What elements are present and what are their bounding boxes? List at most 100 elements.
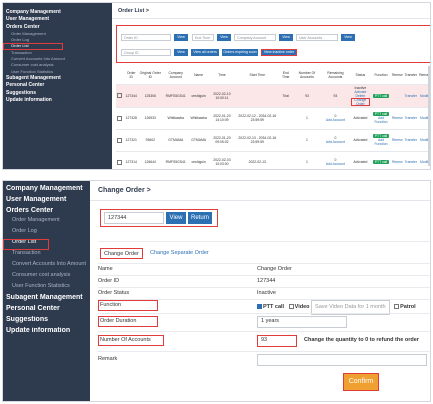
inactive-orders-button[interactable]: View inactive order [261, 49, 297, 56]
col-company-account: Company Account [162, 66, 190, 85]
nav-company-management[interactable]: Company Management [3, 9, 112, 16]
company-account-input[interactable]: Company Account [234, 34, 276, 41]
col-function: Function [371, 66, 391, 85]
orders-table: Order ID Original Order ID Company Accou… [116, 66, 430, 169]
remark-label: Remark [98, 356, 118, 362]
confirm-button[interactable]: Confirm [343, 373, 379, 391]
nav-subagent-management[interactable]: Subagent Management [3, 294, 90, 305]
row-checkbox[interactable] [117, 137, 122, 143]
col-original-order-id: Original Order ID [138, 66, 163, 85]
order-list-window: Company Management User Management Order… [2, 2, 431, 170]
table-header-row: Order ID Original Order ID Company Accou… [116, 66, 430, 85]
nav-suggestions[interactable]: Suggestions [3, 316, 90, 327]
table-row[interactable]: 127328 126933 Whitkawka Whitkawka 2022-0… [116, 107, 430, 130]
expiring-orders-button[interactable]: Orders expiring soon [222, 49, 258, 56]
view-button[interactable]: View [174, 34, 188, 41]
return-button[interactable]: Return [188, 212, 212, 224]
transfer-link[interactable]: Transfer [403, 129, 419, 152]
patrol-checkbox[interactable] [394, 304, 400, 310]
nav-user-function-stats[interactable]: User Function Statistics [3, 283, 90, 294]
renew-link[interactable]: Renew [390, 151, 404, 169]
add-function-link[interactable]: Add Function [372, 138, 390, 146]
ptt-checkbox[interactable] [257, 304, 262, 310]
order-id-value: 127344 [257, 278, 276, 284]
view-button-3[interactable]: View [279, 34, 293, 41]
video-checkbox[interactable] [288, 304, 294, 310]
end-time-input[interactable]: End Time [192, 34, 214, 41]
order-status-value: Inactive [257, 290, 276, 296]
nav-user-management[interactable]: User Management [3, 16, 112, 23]
change-order-link[interactable]: Change Order [350, 97, 371, 106]
page-title: Change Order > [90, 181, 430, 201]
col-number-accounts: Number Of Accounts [292, 66, 322, 85]
transfer-link[interactable]: Transfer [403, 84, 419, 108]
transfer-link[interactable]: Transfer [403, 151, 419, 169]
add-function-link[interactable]: Add Function [372, 116, 390, 124]
view-button-4[interactable]: View [341, 34, 355, 41]
table-row[interactable]: 127344 125306 RMFS5GS41 ceshiguin 2022-0… [116, 84, 430, 108]
accounts-input[interactable]: 93 [257, 335, 297, 347]
nav-update-information[interactable]: Update information [3, 97, 112, 104]
col-renew: Renew [390, 66, 404, 85]
nav-user-management[interactable]: User Management [3, 196, 90, 207]
nav-orders-center[interactable]: Orders Center [3, 24, 112, 31]
order-duration-label: Order Duration [98, 316, 158, 327]
nav-convert-accounts[interactable]: Convert Accounts Into Amount [3, 261, 90, 272]
nav-order-log[interactable]: Order Log [3, 228, 90, 239]
col-status: Status [349, 66, 372, 85]
renew-link[interactable]: Renew [390, 107, 404, 130]
table-row[interactable]: 127321 93602 GTMAMA GTMAMA 2022-01-20 09… [116, 129, 430, 152]
row-checkbox[interactable] [117, 159, 122, 165]
add-account-link[interactable]: Add Account [322, 140, 349, 144]
renew-link[interactable]: Renew [390, 129, 404, 152]
remark-input[interactable] [257, 354, 427, 366]
nav-update-information[interactable]: Update information [3, 327, 90, 338]
nav-order-list[interactable]: Order List [3, 239, 49, 251]
function-options: PTT call Video Save Video Data for 1 mon… [257, 300, 416, 315]
col-transfer: Transfer [403, 66, 419, 85]
order-id-label: Order ID [98, 278, 120, 284]
nav-personal-center[interactable]: Personal Center [3, 305, 90, 316]
change-order-window: Company Management User Management Order… [2, 180, 431, 402]
row-checkbox[interactable] [117, 93, 122, 98]
table-row[interactable]: 127314 126644 RMFS5GS41 ceshiguin 2022-0… [116, 151, 430, 169]
view-button[interactable]: View [166, 212, 186, 224]
add-account-link[interactable]: Add Account [322, 162, 349, 166]
nav-transaction[interactable]: Transaction [3, 250, 90, 261]
filter-box: Order ID View End Time View Company Acco… [116, 25, 430, 63]
page-title: Order List > [112, 3, 430, 19]
view-button-2[interactable]: View [217, 34, 231, 41]
change-order-main: Change Order > 127344 View Return Change… [90, 181, 430, 401]
order-duration-select[interactable]: 1 years [257, 316, 347, 328]
nav-subagent-management[interactable]: Subagent Management [3, 75, 112, 82]
nav-orders-center[interactable]: Orders Center [3, 207, 90, 218]
view-all-orders-button[interactable]: View all orders [191, 49, 219, 56]
function-label: Function [98, 300, 158, 311]
group-id-input[interactable]: Group ID [121, 49, 171, 56]
nav-personal-center[interactable]: Personal Center [3, 82, 112, 89]
transfer-link[interactable]: Transfer [403, 107, 419, 130]
scrollbar[interactable] [428, 66, 430, 166]
col-remaining-accounts: Remaining Accounts [321, 66, 350, 85]
tab-change-order[interactable]: Change Order [100, 248, 143, 259]
name-value: Change Order [257, 266, 292, 272]
ptt-call-badge: PTT call [372, 160, 390, 164]
nav-suggestions[interactable]: Suggestions [3, 90, 112, 97]
order-list-main: Order List > Order ID View End Time View… [112, 3, 430, 169]
row-checkbox[interactable] [117, 115, 122, 121]
tab-change-separate-order[interactable]: Change Separate Order [150, 248, 209, 259]
sidebar: Company Management User Management Order… [3, 3, 112, 169]
order-status-label: Order Status [98, 290, 130, 296]
col-order-id: Order ID [124, 66, 139, 85]
view-button-5[interactable]: View [174, 49, 188, 56]
nav-order-management[interactable]: Order Management [3, 217, 90, 228]
nav-consumer-cost[interactable]: Consumer cost analysis [3, 272, 90, 283]
refund-hint: Change the quantity to 0 to refund the o… [304, 337, 419, 343]
order-id-input[interactable]: Order ID [121, 34, 171, 41]
nav-company-management[interactable]: Company Management [3, 185, 90, 196]
order-id-input[interactable]: 127344 [104, 212, 164, 224]
user-account-input[interactable]: User Accounts [296, 34, 338, 41]
col-end-time: End Time [278, 66, 293, 85]
add-account-link[interactable]: Add Account [322, 118, 349, 122]
col-start-time: Start Time [235, 66, 279, 85]
